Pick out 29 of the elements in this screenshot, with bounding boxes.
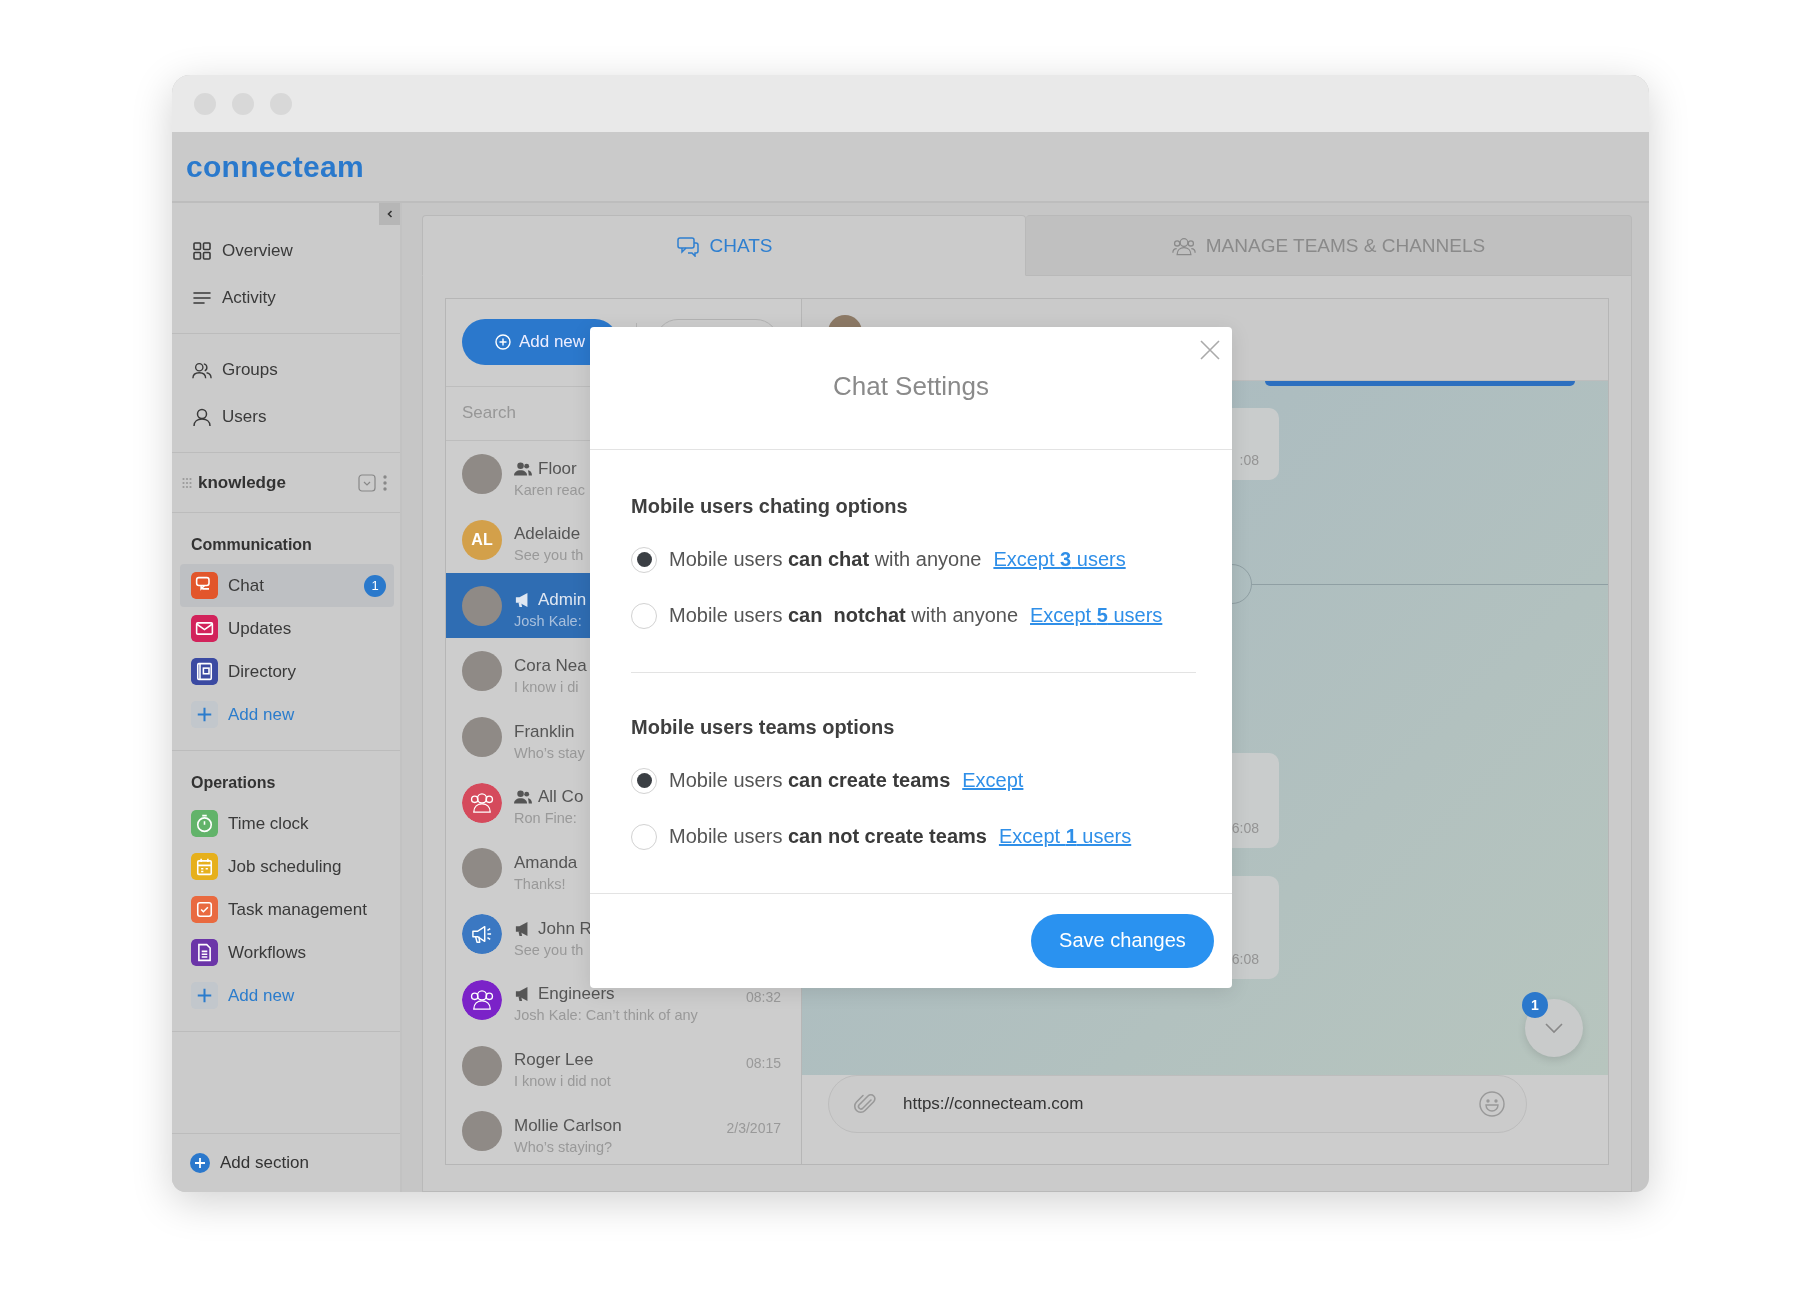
message-time: 6:08 bbox=[1231, 820, 1259, 836]
option-group-heading: Mobile users chating options bbox=[631, 494, 909, 520]
chat-name: Mollie Carlson bbox=[514, 1115, 622, 1136]
logo: connecteam bbox=[186, 149, 365, 184]
chat-name: John R bbox=[538, 918, 592, 939]
option-label: Mobile users can notchat with anyone bbox=[669, 604, 1019, 628]
unread-badge: 1 bbox=[1522, 992, 1548, 1018]
message-preview: Josh Kale: bbox=[514, 613, 582, 630]
avatar-initials: AL bbox=[462, 519, 502, 560]
chat-name: Floor bbox=[538, 458, 577, 479]
chat-name: Roger Lee bbox=[514, 1050, 594, 1070]
chat-name: Adelaide bbox=[514, 524, 581, 545]
message-time: 6:08 bbox=[1231, 951, 1259, 967]
chat-name: Engineers bbox=[538, 984, 615, 1005]
option-label: Mobile users can chat with anyone bbox=[669, 548, 982, 572]
option-label: Mobile users can not create teams bbox=[669, 825, 987, 849]
chat-name: Franklin bbox=[514, 721, 575, 742]
chat-name: Admin bbox=[538, 590, 587, 611]
message-time: :08 bbox=[1239, 452, 1259, 468]
option-label: Mobile users can create teams bbox=[669, 769, 951, 793]
chat-name: Cora Nea bbox=[514, 655, 587, 676]
option-group-heading: Mobile users teams options bbox=[631, 715, 896, 741]
section-title: Communication bbox=[190, 535, 313, 555]
workspace-name: knowledge bbox=[198, 472, 287, 493]
chat-name: Amanda bbox=[514, 852, 578, 873]
unread-badge: 1 bbox=[364, 574, 386, 597]
chat-name: All Co bbox=[538, 787, 584, 808]
dialog-title: Chat Settings bbox=[832, 371, 990, 403]
section-title: Operations bbox=[190, 773, 277, 793]
